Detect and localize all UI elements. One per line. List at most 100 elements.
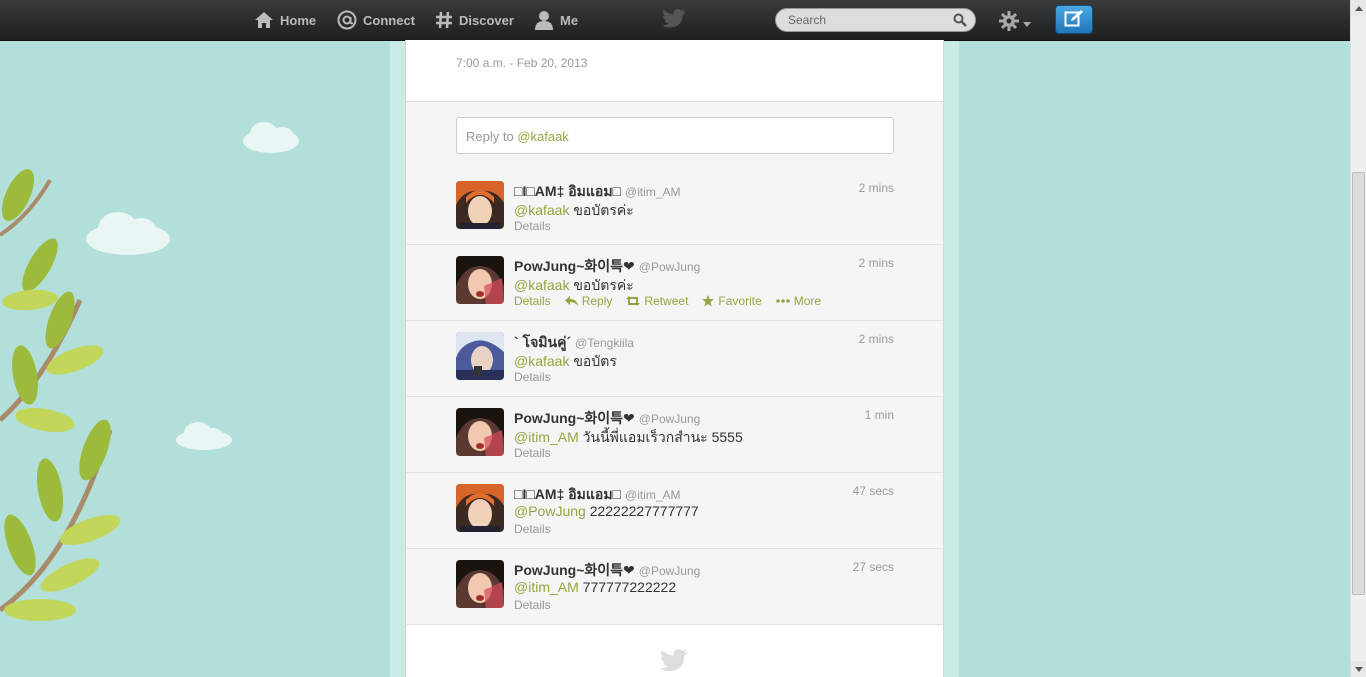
tweet-time[interactable]: 2 mins bbox=[859, 256, 894, 270]
gear-icon bbox=[998, 10, 1020, 35]
nav-me-label: Me bbox=[560, 12, 579, 28]
nav-home-label: Home bbox=[280, 12, 317, 28]
nav-me[interactable]: Me bbox=[534, 0, 578, 40]
compose-tweet-button[interactable] bbox=[1055, 5, 1093, 34]
search-icon[interactable] bbox=[953, 13, 967, 30]
tweet-author-handle[interactable]: @PowJung bbox=[639, 260, 701, 274]
tweet-author-name[interactable]: PowJung~화이특❤ bbox=[514, 410, 635, 426]
tweet-header: ` โจมินคู่´ @Tengkiila 2 mins bbox=[514, 332, 894, 350]
avatar[interactable] bbox=[456, 560, 504, 608]
tweet-text: @itim_AM 777777222222 bbox=[514, 579, 676, 595]
tweet-body: 22222227777777 bbox=[585, 503, 699, 519]
tweet-item[interactable]: PowJung~화이특❤ @PowJung 27 secs @itim_AM 77… bbox=[406, 549, 943, 625]
details-link[interactable]: Details bbox=[514, 522, 551, 536]
tweet-text: @PowJung 22222227777777 bbox=[514, 503, 699, 519]
tweet-body: 777777222222 bbox=[578, 579, 677, 595]
reply-icon bbox=[564, 296, 578, 306]
tweet-item[interactable]: PowJung~화이특❤ @PowJung 1 min @itim_AM วันน… bbox=[406, 397, 943, 473]
retweet-action[interactable]: Retweet bbox=[626, 294, 688, 308]
details-link[interactable]: Details bbox=[514, 598, 551, 612]
settings-menu-button[interactable] bbox=[998, 10, 1031, 35]
star-icon bbox=[702, 295, 715, 307]
favorite-action-label: Favorite bbox=[718, 294, 762, 308]
tweet-author-handle[interactable]: @PowJung bbox=[639, 412, 701, 426]
tweet-actions: Details Reply Retweet Favorite More bbox=[514, 294, 821, 308]
tweet-author-name[interactable]: □I□AM‡ อิมแอม□ bbox=[514, 486, 621, 502]
tweet-mention[interactable]: @kafaak bbox=[514, 277, 569, 293]
tweet-body: ขอบัตรค่ะ bbox=[569, 277, 634, 293]
at-sign-icon bbox=[337, 10, 357, 30]
tweet-header: PowJung~화이특❤ @PowJung 27 secs bbox=[514, 560, 894, 578]
avatar[interactable] bbox=[456, 332, 504, 380]
top-navigation-bar: Home Connect Discover Me bbox=[0, 0, 1350, 41]
reply-action[interactable]: Reply bbox=[564, 294, 613, 308]
tweet-time[interactable]: 2 mins bbox=[859, 181, 894, 195]
home-icon bbox=[254, 11, 274, 29]
tweet-time[interactable]: 47 secs bbox=[853, 484, 894, 498]
favorite-action[interactable]: Favorite bbox=[702, 294, 762, 308]
more-action[interactable]: More bbox=[775, 294, 822, 308]
tweet-item[interactable]: PowJung~화이특❤ @PowJung 2 mins @kafaak ขอบั… bbox=[406, 245, 943, 321]
avatar[interactable] bbox=[456, 181, 504, 229]
tweet-author-handle[interactable]: @itim_AM bbox=[625, 488, 681, 502]
details-link[interactable]: Details bbox=[514, 370, 551, 384]
nav-discover[interactable]: Discover bbox=[435, 0, 514, 40]
vertical-scrollbar[interactable] bbox=[1350, 0, 1366, 677]
tweet-author-name[interactable]: PowJung~화이특❤ bbox=[514, 258, 635, 274]
tweet-author-handle[interactable]: @PowJung bbox=[639, 564, 701, 578]
tweet-actions: Details bbox=[514, 446, 551, 460]
tweet-header: □I□AM‡ อิมแอม□ @itim_AM 47 secs bbox=[514, 484, 894, 502]
tweet-author-name[interactable]: ` โจมินคู่´ bbox=[514, 334, 571, 350]
tweet-header: □I□AM‡ อิมแอม□ @itim_AM 2 mins bbox=[514, 181, 894, 199]
nav-connect-label: Connect bbox=[363, 12, 415, 28]
tweet-mention[interactable]: @PowJung bbox=[514, 503, 586, 519]
chevron-down-icon bbox=[1023, 15, 1031, 30]
tweet-item[interactable]: ` โจมินคู่´ @Tengkiila 2 mins @kafaak ขอบ… bbox=[406, 321, 943, 397]
tweet-author-name[interactable]: PowJung~화이특❤ bbox=[514, 562, 635, 578]
tweet-header: PowJung~화이특❤ @PowJung 1 min bbox=[514, 408, 894, 426]
tweet-actions: Details bbox=[514, 598, 551, 612]
tweet-timestamp: 7:00 a.m. - Feb 20, 2013 bbox=[456, 56, 588, 70]
scroll-up-arrow-icon[interactable] bbox=[1351, 0, 1366, 16]
reply-input[interactable]: Reply to @kafaak bbox=[456, 117, 894, 154]
tweet-mention[interactable]: @kafaak bbox=[514, 202, 569, 218]
reply-area: Reply to @kafaak bbox=[406, 101, 943, 171]
search-field[interactable] bbox=[775, 8, 976, 32]
tweet-mention[interactable]: @kafaak bbox=[514, 353, 569, 369]
tweet-item[interactable]: □I□AM‡ อิมแอม□ @itim_AM 47 secs @PowJung … bbox=[406, 473, 943, 549]
tweet-mention[interactable]: @itim_AM bbox=[514, 579, 579, 595]
twitter-bird-footer-icon bbox=[658, 648, 690, 677]
tweet-mention[interactable]: @itim_AM bbox=[514, 429, 579, 445]
tweet-body: วันนี้พี่แอมเร็วกสำนะ 5555 bbox=[578, 429, 743, 445]
avatar[interactable] bbox=[456, 408, 504, 456]
details-link[interactable]: Details bbox=[514, 294, 551, 308]
scrollbar-thumb[interactable] bbox=[1352, 172, 1365, 595]
reply-prefix: Reply to bbox=[466, 129, 518, 144]
tweet-item[interactable]: □I□AM‡ อิมแอม□ @itim_AM 2 mins @kafaak ขอ… bbox=[406, 170, 943, 245]
hashtag-icon bbox=[435, 11, 453, 29]
more-action-label: More bbox=[793, 294, 822, 308]
tweet-time[interactable]: 1 min bbox=[865, 408, 894, 422]
scroll-down-arrow-icon[interactable] bbox=[1351, 661, 1366, 677]
reply-mention: @kafaak bbox=[517, 129, 569, 144]
content-gutter-left bbox=[390, 40, 405, 677]
nav-connect[interactable]: Connect bbox=[337, 0, 415, 40]
compose-icon bbox=[1064, 9, 1084, 30]
avatar[interactable] bbox=[456, 484, 504, 532]
details-link[interactable]: Details bbox=[514, 446, 551, 460]
tweet-body: ขอบัตรค่ะ bbox=[569, 202, 634, 218]
tweet-author-handle[interactable]: @itim_AM bbox=[625, 185, 681, 199]
retweet-icon bbox=[626, 296, 641, 306]
tweet-time[interactable]: 27 secs bbox=[853, 560, 894, 574]
search-input[interactable] bbox=[786, 12, 950, 28]
retweet-action-label: Retweet bbox=[644, 294, 689, 308]
nav-home[interactable]: Home bbox=[254, 0, 316, 40]
avatar[interactable] bbox=[456, 256, 504, 304]
more-dots-icon bbox=[775, 299, 790, 303]
twitter-bird-icon[interactable] bbox=[661, 8, 687, 33]
reply-action-label: Reply bbox=[581, 294, 613, 308]
tweet-author-name[interactable]: □I□AM‡ อิมแอม□ bbox=[514, 183, 621, 199]
details-link[interactable]: Details bbox=[514, 219, 551, 233]
tweet-time[interactable]: 2 mins bbox=[859, 332, 894, 346]
tweet-author-handle[interactable]: @Tengkiila bbox=[575, 336, 634, 350]
